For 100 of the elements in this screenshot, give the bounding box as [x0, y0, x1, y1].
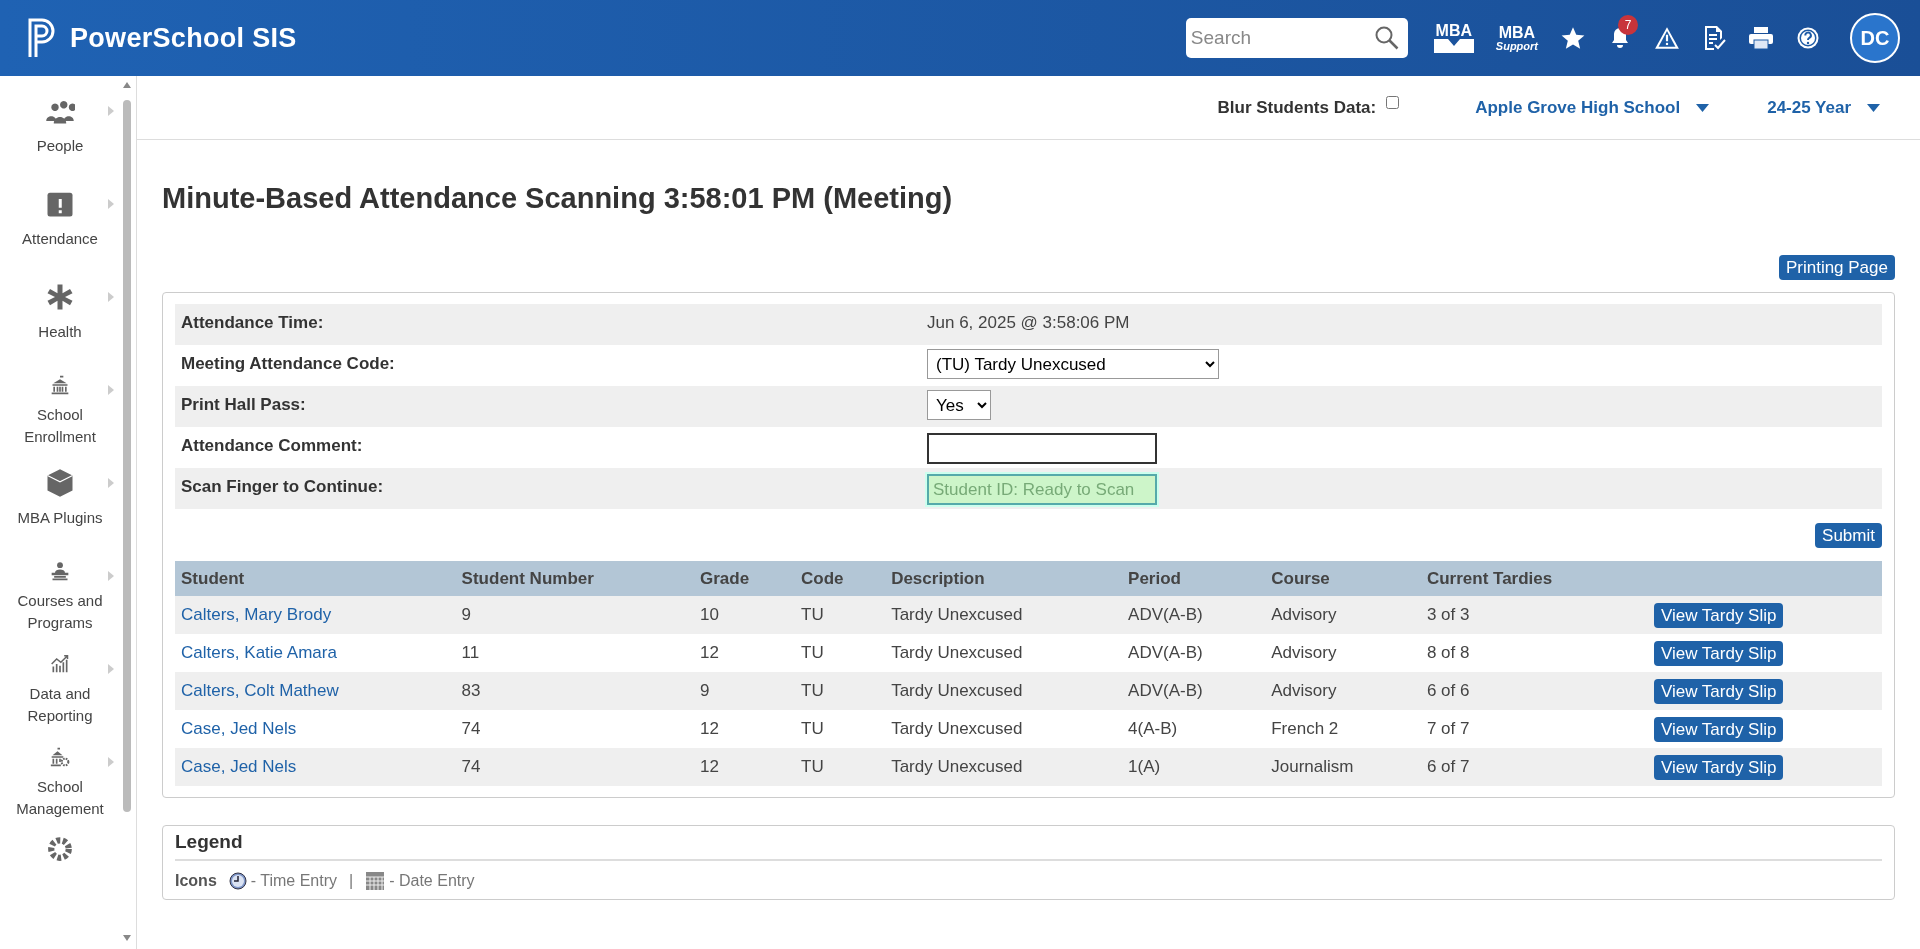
column-header: Code — [795, 561, 886, 596]
sidebar-item[interactable]: Attendance — [0, 169, 120, 262]
column-header: Course — [1265, 561, 1421, 596]
separator: | — [349, 872, 354, 890]
table-cell: French 2 — [1271, 719, 1339, 738]
warning-icon[interactable] — [1654, 26, 1680, 50]
table-cell: 12 — [700, 719, 719, 738]
table-cell: TU — [801, 605, 824, 624]
school-dropdown[interactable]: Apple Grove High School — [1475, 97, 1710, 118]
mba-support-button[interactable]: MBA Support — [1495, 24, 1538, 52]
table-cell: 6 of 7 — [1426, 757, 1470, 776]
year-dropdown[interactable]: 24-25 Year — [1767, 97, 1880, 118]
plugins-icon[interactable] — [45, 468, 75, 498]
table-cell: 9 — [461, 605, 472, 624]
legend-label: - Time Entry — [250, 872, 338, 890]
table-cell: 10 — [700, 605, 719, 624]
table-cell: 3 of 3 — [1426, 605, 1470, 624]
sidebar-item[interactable]: People — [0, 76, 120, 169]
student-link[interactable]: Case, Jed Nels — [181, 719, 297, 738]
health-icon[interactable] — [45, 282, 75, 312]
field-label: Attendance Comment: — [181, 435, 364, 456]
checklist-icon[interactable] — [1702, 25, 1726, 51]
table-cell: 9 — [700, 681, 710, 700]
scroll-down-icon[interactable] — [123, 935, 131, 941]
chevron-icon — [108, 385, 114, 395]
clock-icon — [228, 872, 247, 890]
sidebar-item[interactable]: Health — [0, 262, 120, 355]
search-icon[interactable] — [1373, 25, 1400, 51]
table-cell: 4(A-B) — [1128, 719, 1178, 738]
table-cell: Advisory — [1271, 605, 1337, 624]
submit-button[interactable]: Submit — [1815, 523, 1882, 548]
scan-field[interactable]: Student ID: Ready to Scan — [927, 474, 1157, 505]
chevron-icon — [108, 199, 114, 209]
mba-button[interactable]: MBA — [1433, 23, 1474, 53]
caret-icon — [1696, 103, 1710, 112]
table-cell: TU — [801, 681, 824, 700]
table-cell: Tardy Unexcused — [891, 757, 1023, 776]
table-cell: Advisory — [1271, 643, 1337, 662]
table-cell: Journalism — [1271, 757, 1354, 776]
legend-title: Legend — [175, 828, 1882, 861]
table-cell: 11 — [461, 643, 480, 662]
sidebar-item[interactable]: School Enrollment — [0, 355, 120, 448]
column-header: Description — [885, 561, 1123, 596]
chevron-icon — [108, 478, 114, 488]
table-cell: 8 of 8 — [1426, 643, 1470, 662]
printer-icon[interactable] — [1748, 26, 1774, 50]
table-cell: 74 — [461, 757, 481, 776]
chevron-icon — [108, 757, 114, 767]
table-cell: Tardy Unexcused — [891, 681, 1023, 700]
table-cell: ADV(A-B) — [1128, 681, 1203, 700]
blur-checkbox[interactable] — [1386, 96, 1400, 109]
chevron-icon — [108, 664, 114, 674]
chevron-icon — [108, 571, 114, 581]
table-cell: ADV(A-B) — [1128, 643, 1203, 662]
column-header: Student — [175, 561, 456, 596]
user-avatar[interactable]: DC — [1850, 13, 1900, 63]
caret-icon — [1867, 103, 1880, 112]
table-cell: 6 of 6 — [1426, 681, 1470, 700]
table-cell: 1(A) — [1128, 757, 1161, 776]
field-label: Attendance Time: — [181, 312, 325, 333]
printing-page-button[interactable]: Printing Page — [1778, 255, 1895, 280]
field-label: Meeting Attendance Code: — [181, 353, 396, 374]
field-label: Print Hall Pass: — [181, 394, 307, 415]
column-header: Student Number — [455, 561, 694, 596]
notification-badge: 7 — [1618, 15, 1638, 35]
help-icon[interactable] — [1796, 26, 1820, 50]
hall-pass-select[interactable]: Yes — [927, 390, 991, 420]
blur-label: Blur Students Data: — [1217, 97, 1377, 118]
table-cell: TU — [801, 643, 824, 662]
chevron-icon — [108, 106, 114, 116]
view-tardy-slip-button[interactable]: View Tardy Slip — [1653, 602, 1784, 628]
sidebar-item[interactable]: School Management — [0, 727, 120, 820]
student-link[interactable]: Calters, Katie Amara — [181, 643, 337, 662]
table-cell: 7 of 7 — [1426, 719, 1470, 738]
scroll-up-icon[interactable] — [123, 82, 131, 88]
field-value: Jun 6, 2025 @ 3:58:06 PM — [927, 313, 1130, 332]
table-cell: Tardy Unexcused — [891, 719, 1023, 738]
table-cell: 83 — [461, 681, 481, 700]
table-cell: Advisory — [1271, 681, 1337, 700]
view-tardy-slip-button[interactable]: View Tardy Slip — [1653, 678, 1784, 704]
code-select[interactable]: (TU) Tardy Unexcused — [927, 349, 1219, 379]
sidebar-item[interactable]: Data and Reporting — [0, 634, 120, 727]
table-cell: 12 — [700, 643, 719, 662]
search-field[interactable]: Search — [1185, 18, 1408, 58]
chevron-icon — [108, 292, 114, 302]
scrollbar-thumb[interactable] — [123, 100, 131, 812]
sidebar-item[interactable]: MBA Plugins — [0, 448, 120, 541]
view-tardy-slip-button[interactable]: View Tardy Slip — [1653, 640, 1784, 666]
column-header: Grade — [694, 561, 796, 596]
star-icon[interactable] — [1560, 25, 1586, 51]
view-tardy-slip-button[interactable]: View Tardy Slip — [1653, 716, 1784, 742]
comment-field[interactable] — [927, 433, 1157, 464]
legend-icons-label: Icons — [175, 872, 217, 890]
table-cell: Tardy Unexcused — [891, 605, 1023, 624]
table-cell: Tardy Unexcused — [891, 643, 1023, 662]
field-label: Scan Finger to Continue: — [181, 476, 385, 497]
legend-label: - Date Entry — [389, 872, 475, 890]
view-tardy-slip-button[interactable]: View Tardy Slip — [1653, 754, 1784, 780]
sidebar-item[interactable]: Courses and Programs — [0, 541, 120, 634]
calendar-icon — [365, 871, 386, 891]
